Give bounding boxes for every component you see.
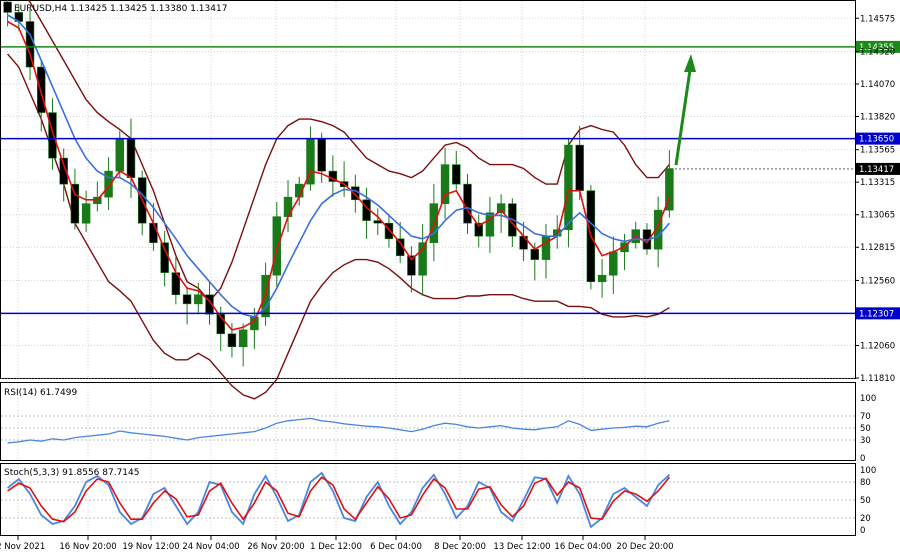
x-tick-label: 16 Nov 20:00 xyxy=(59,542,116,552)
candle-body xyxy=(541,235,551,260)
candle-body xyxy=(126,138,136,178)
x-tick-label: 12 Nov 2021 xyxy=(0,542,45,552)
main-y-tick-label: 1.12060 xyxy=(860,341,895,351)
candle-body xyxy=(250,316,259,331)
x-tick-label: 6 Dec 04:00 xyxy=(370,542,422,552)
chart-header-text: EURUSD,H4 1.13425 1.13425 1.13380 1.1341… xyxy=(14,4,227,14)
rsi-y-tick-label: 100 xyxy=(860,394,876,404)
stoch-y-tick-label: 50 xyxy=(860,496,871,506)
main-y-tick-label: 1.14070 xyxy=(860,80,895,90)
rsi-panel-frame xyxy=(0,382,856,461)
stoch-y-tick-label: 100 xyxy=(860,466,876,476)
rsi-y-tick-label: 30 xyxy=(860,436,871,446)
candle-body xyxy=(283,196,293,217)
trading-chart: 1.143551.136501.123071.13417 EURUSD,H4 1… xyxy=(0,0,900,552)
candle-body xyxy=(609,251,618,276)
main-panel-frame xyxy=(0,0,856,379)
rsi-y-tick-label: 70 xyxy=(860,412,871,422)
candle-body xyxy=(530,248,540,260)
candle-body xyxy=(317,138,326,172)
candle-body xyxy=(160,242,169,273)
candle-body xyxy=(182,294,192,305)
stoch-label: Stoch(5,3,3) 91.8556 87.7145 xyxy=(4,468,139,478)
rsi-label: RSI(14) 61.7499 xyxy=(4,388,77,398)
candle-body xyxy=(429,203,439,243)
x-tick-label: 13 Dec 12:00 xyxy=(493,542,550,552)
main-y-tick-label: 1.11810 xyxy=(860,374,895,384)
x-tick-label: 19 Nov 12:00 xyxy=(122,542,179,552)
candle-body xyxy=(194,294,203,305)
candle-body xyxy=(149,222,158,243)
chart-root: 1.14355 1.13650 1.12307 1.13417 EURUSD,H4 1… xyxy=(0,0,900,555)
candle-body xyxy=(564,144,573,230)
stoch-y-tick-label: 0 xyxy=(860,526,865,536)
candle-body xyxy=(440,164,450,204)
candle-body xyxy=(37,66,46,113)
x-tick-label: 1 Dec 12:00 xyxy=(310,542,362,552)
main-y-tick-label: 1.12815 xyxy=(860,243,895,253)
stoch-y-tick-label: 20 xyxy=(860,514,871,524)
candle-body xyxy=(575,144,584,191)
main-y-tick-label: 1.13820 xyxy=(860,112,895,122)
candle-body xyxy=(597,274,607,283)
candle-body xyxy=(227,333,237,348)
main-y-tick-label: 1.13315 xyxy=(860,178,895,188)
candle-body xyxy=(48,112,57,159)
candle-body xyxy=(81,203,91,224)
candle-body xyxy=(238,329,248,348)
main-y-tick-label: 1.12560 xyxy=(860,276,895,286)
candle-body xyxy=(463,183,472,224)
x-tick-label: 26 Nov 20:00 xyxy=(247,542,304,552)
candle-body xyxy=(70,183,80,224)
candle-body xyxy=(452,164,461,185)
stoch-y-tick-label: 80 xyxy=(860,478,871,488)
x-tick-label: 8 Dec 20:00 xyxy=(434,542,486,552)
candle-body xyxy=(115,138,125,172)
main-y-tick-label: 1.13065 xyxy=(860,211,895,221)
candle-body xyxy=(272,216,282,276)
level-price-label: 1.13650 xyxy=(859,135,894,145)
main-y-tick-label: 1.13565 xyxy=(860,146,895,156)
main-y-tick-label: 1.14575 xyxy=(860,14,895,24)
x-tick-label: 24 Nov 04:00 xyxy=(182,542,239,552)
last-price-label: 1.13417 xyxy=(859,165,894,175)
main-y-tick-label: 1.14320 xyxy=(860,47,895,57)
level-price-label: 1.12307 xyxy=(859,309,894,319)
x-tick-label: 20 Dec 20:00 xyxy=(616,542,673,552)
x-tick-label: 16 Dec 04:00 xyxy=(554,542,611,552)
rsi-y-tick-label: 50 xyxy=(860,424,871,434)
rsi-y-tick-label: 0 xyxy=(860,454,865,464)
candle-body xyxy=(25,21,35,68)
